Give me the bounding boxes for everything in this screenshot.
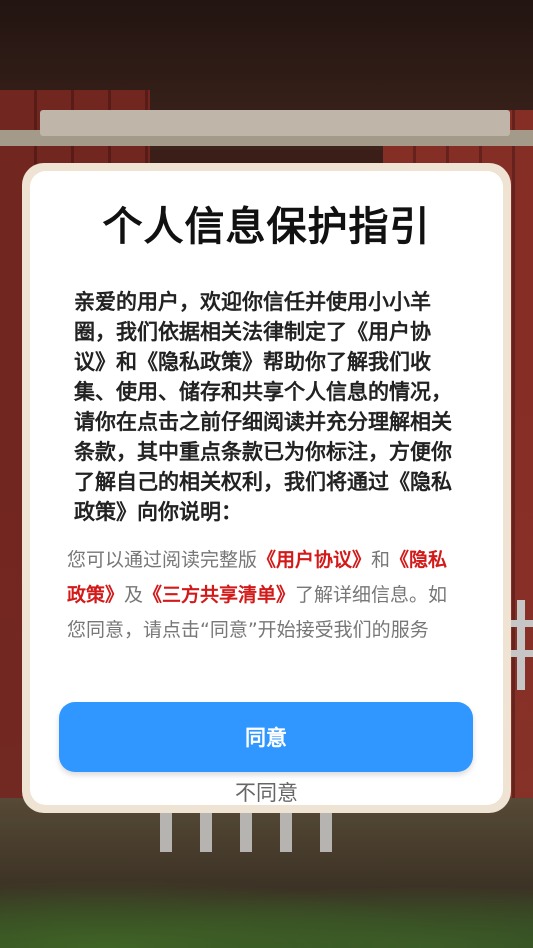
notice-prefix: 您可以通过阅读完整版: [67, 549, 258, 571]
notice-and2: 及: [124, 584, 144, 606]
dialog-body-text: 亲爱的用户，欢迎你信任并使用小小羊圈，我们依据相关法律制定了《用户协议》和《隐私…: [74, 290, 452, 524]
privacy-dialog: 个人信息保护指引 亲爱的用户，欢迎你信任并使用小小羊圈，我们依据相关法律制定了《…: [30, 171, 503, 805]
disagree-button[interactable]: 不同意: [30, 780, 503, 806]
agree-button[interactable]: 同意: [59, 702, 473, 772]
privacy-dialog-frame: 个人信息保护指引 亲爱的用户，欢迎你信任并使用小小羊圈，我们依据相关法律制定了《…: [22, 163, 511, 813]
dialog-notice: 您可以通过阅读完整版《用户协议》和《隐私政策》及《三方共享清单》了解详细信息。如…: [67, 543, 465, 648]
user-agreement-link[interactable]: 《用户协议》: [257, 549, 371, 571]
dialog-title: 个人信息保护指引: [102, 204, 431, 250]
screen: 个人信息保护指引 亲爱的用户，欢迎你信任并使用小小羊圈，我们依据相关法律制定了《…: [0, 0, 533, 948]
third-party-list-link[interactable]: 《三方共享清单》: [143, 584, 295, 606]
notice-and: 和: [371, 549, 391, 571]
